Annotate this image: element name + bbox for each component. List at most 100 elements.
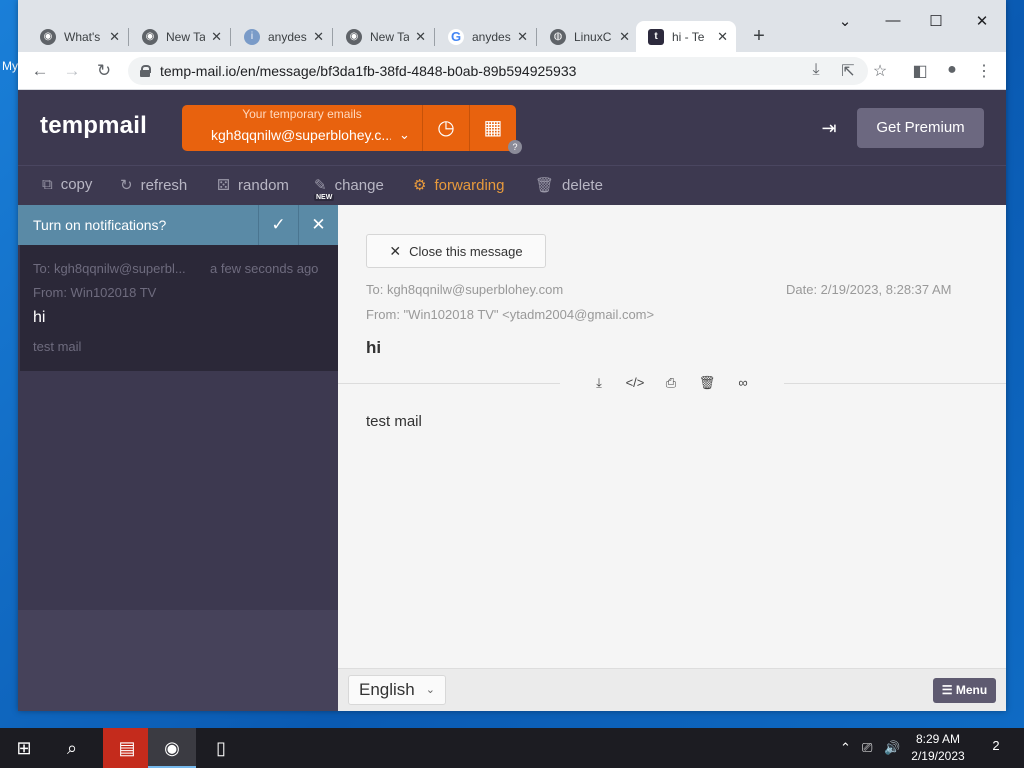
browser-menu-icon[interactable]: ⋮ xyxy=(974,61,994,81)
dismiss-notifications-button[interactable]: ✕ xyxy=(298,205,338,245)
email-selector[interactable]: Your temporary emails kgh8qqnilw@superbl… xyxy=(182,105,422,151)
browser-tab[interactable]: ◉ New Ta ✕ xyxy=(334,21,434,52)
browser-tab[interactable]: ◍ LinuxC ✕ xyxy=(538,21,638,52)
tab-close-icon[interactable]: ✕ xyxy=(717,29,728,45)
windows-start-icon[interactable]: ⊞ xyxy=(0,728,48,768)
browser-toolbar: ← → ↻ temp-mail.io/en/message/bf3da1fb-3… xyxy=(18,52,1006,90)
message-subject: hi xyxy=(366,338,382,357)
source-code-icon[interactable]: </> xyxy=(625,375,645,390)
install-app-icon[interactable]: ⤓ xyxy=(806,61,826,79)
refresh-icon: ↻ xyxy=(120,177,133,194)
browser-tab[interactable]: i anydes ✕ xyxy=(232,21,332,52)
copy-button[interactable]: ⧉ copy xyxy=(42,176,92,193)
tempmail-logo[interactable]: tempmail xyxy=(40,112,147,140)
side-panel-icon[interactable]: ◧ xyxy=(910,61,930,81)
help-badge[interactable]: ? xyxy=(508,140,522,154)
print-icon[interactable]: ⎙ xyxy=(661,375,681,391)
language-select[interactable]: English ⌄ xyxy=(348,675,446,705)
refresh-button[interactable]: ↻ refresh xyxy=(120,176,187,195)
share-icon[interactable]: ⇱ xyxy=(838,61,858,81)
page-footer: English ⌄ ☰ Menu xyxy=(338,668,1006,711)
browser-tab-active[interactable]: t hi - Te ✕ xyxy=(636,21,736,52)
tab-search-icon[interactable]: ⌄ xyxy=(825,12,865,30)
tab-close-icon[interactable]: ✕ xyxy=(109,29,120,45)
bookmark-star-icon[interactable]: ☆ xyxy=(870,61,890,81)
email-address[interactable]: kgh8qqnilw@superblohey.c... xyxy=(211,127,391,143)
change-icon: ✎ xyxy=(314,177,327,194)
browser-tab[interactable]: ◉ What's ✕ xyxy=(28,21,128,52)
delete-button[interactable]: 🗑 delete xyxy=(535,176,603,195)
change-button[interactable]: ✎ change xyxy=(314,176,384,195)
copy-icon: ⧉ xyxy=(42,176,53,193)
email-caption: Your temporary emails xyxy=(242,107,362,121)
tempmail-icon: t xyxy=(648,28,664,45)
trash-icon[interactable]: 🗑 xyxy=(697,375,717,391)
forwarding-button[interactable]: ⚙ forwarding xyxy=(413,176,505,195)
inbox-item-to: To: kgh8qqnilw@superbl... xyxy=(33,261,186,276)
notification-center-icon[interactable]: 2 xyxy=(985,738,1007,753)
chrome-icon[interactable]: ◉ xyxy=(148,728,196,768)
tab-strip: ◉ What's ✕ ◉ New Ta ✕ i anydes ✕ ◉ New T… xyxy=(18,0,1006,52)
desktop-icon-label[interactable]: My xyxy=(2,59,18,73)
system-clock[interactable]: 8:29 AM 2/19/2023 xyxy=(900,731,976,765)
reload-button[interactable]: ↻ xyxy=(94,61,114,81)
divider xyxy=(784,383,1006,384)
address-bar[interactable]: temp-mail.io/en/message/bf3da1fb-38fd-48… xyxy=(128,57,868,85)
taskbar: ⊞ ⌕ ▤ ◉ ▯ ⌃ ⎚ 🔊 8:29 AM 2/19/2023 2 xyxy=(0,728,1024,768)
download-icon[interactable]: ⤓ xyxy=(589,375,609,391)
message-date: Date: 2/19/2023, 8:28:37 AM xyxy=(786,282,952,297)
clock-date: 2/19/2023 xyxy=(911,749,965,763)
message-from: From: "Win102018 TV" <ytadm2004@gmail.co… xyxy=(366,307,655,322)
chevron-up-icon[interactable]: ⌃ xyxy=(840,740,851,756)
inbox-item-from: From: Win102018 TV xyxy=(33,285,157,300)
history-icon[interactable]: ◷ xyxy=(422,105,469,151)
search-icon[interactable]: ⌕ xyxy=(48,728,96,768)
menu-button[interactable]: ☰ Menu xyxy=(933,678,996,703)
random-button[interactable]: ⚄ random xyxy=(217,176,289,195)
browser-tab[interactable]: G anydes ✕ xyxy=(436,21,536,52)
notepad-icon[interactable]: ▯ xyxy=(197,728,245,768)
close-message-button[interactable]: ✕ Close this message xyxy=(366,234,546,268)
chrome-icon: ◉ xyxy=(346,28,362,45)
browser-tab[interactable]: ◉ New Ta ✕ xyxy=(130,21,230,52)
chevron-down-icon[interactable]: ⌄ xyxy=(399,127,410,143)
file-explorer-icon[interactable]: ▤ xyxy=(103,728,151,768)
gear-icon: ⚙ xyxy=(413,177,427,194)
inbox-sidebar: Turn on notifications? ✓ ✕ To: kgh8qqnil… xyxy=(18,205,338,711)
get-premium-button[interactable]: Get Premium xyxy=(857,108,984,148)
action-bar: ⧉ copy ↻ refresh ⚄ random ✎ change NEW ⚙… xyxy=(18,165,1006,205)
tempmail-page: tempmail Your temporary emails kgh8qqnil… xyxy=(18,90,1006,711)
accept-notifications-button[interactable]: ✓ xyxy=(258,205,298,245)
tab-close-icon[interactable]: ✕ xyxy=(415,29,426,45)
info-icon: i xyxy=(244,28,260,45)
profile-avatar-icon[interactable]: ● xyxy=(942,61,962,79)
tab-close-icon[interactable]: ✕ xyxy=(517,29,528,45)
sidebar-footer xyxy=(18,610,338,711)
divider xyxy=(338,383,560,384)
inbox-item-preview: test mail xyxy=(33,339,82,354)
tab-close-icon[interactable]: ✕ xyxy=(211,29,222,45)
google-icon: G xyxy=(448,28,464,45)
reader-icon[interactable]: ∞ xyxy=(733,375,753,390)
inbox-item[interactable]: To: kgh8qqnilw@superbl... a few seconds … xyxy=(20,245,338,371)
forward-button[interactable]: → xyxy=(62,61,82,81)
url-text[interactable]: temp-mail.io/en/message/bf3da1fb-38fd-48… xyxy=(160,63,576,79)
close-icon: ✕ xyxy=(389,242,402,259)
back-button[interactable]: ← xyxy=(30,61,50,81)
chrome-icon: ◉ xyxy=(40,28,56,45)
lock-icon xyxy=(140,65,151,77)
tab-close-icon[interactable]: ✕ xyxy=(313,29,324,45)
hamburger-icon: ☰ xyxy=(941,683,953,697)
trash-icon: 🗑 xyxy=(535,177,555,194)
tab-close-icon[interactable]: ✕ xyxy=(619,29,630,45)
globe-icon: ◍ xyxy=(550,28,566,45)
minimize-button[interactable]: — xyxy=(873,12,913,29)
network-icon[interactable]: ⎚ xyxy=(862,740,872,756)
login-icon[interactable]: ⇥ xyxy=(818,118,840,140)
maximize-button[interactable]: ☐ xyxy=(916,12,956,30)
close-window-button[interactable]: ✕ xyxy=(962,12,1002,30)
new-badge: NEW xyxy=(314,194,335,201)
volume-icon[interactable]: 🔊 xyxy=(884,740,900,756)
new-tab-button[interactable]: + xyxy=(746,24,772,50)
site-header: tempmail Your temporary emails kgh8qqnil… xyxy=(18,90,1006,165)
